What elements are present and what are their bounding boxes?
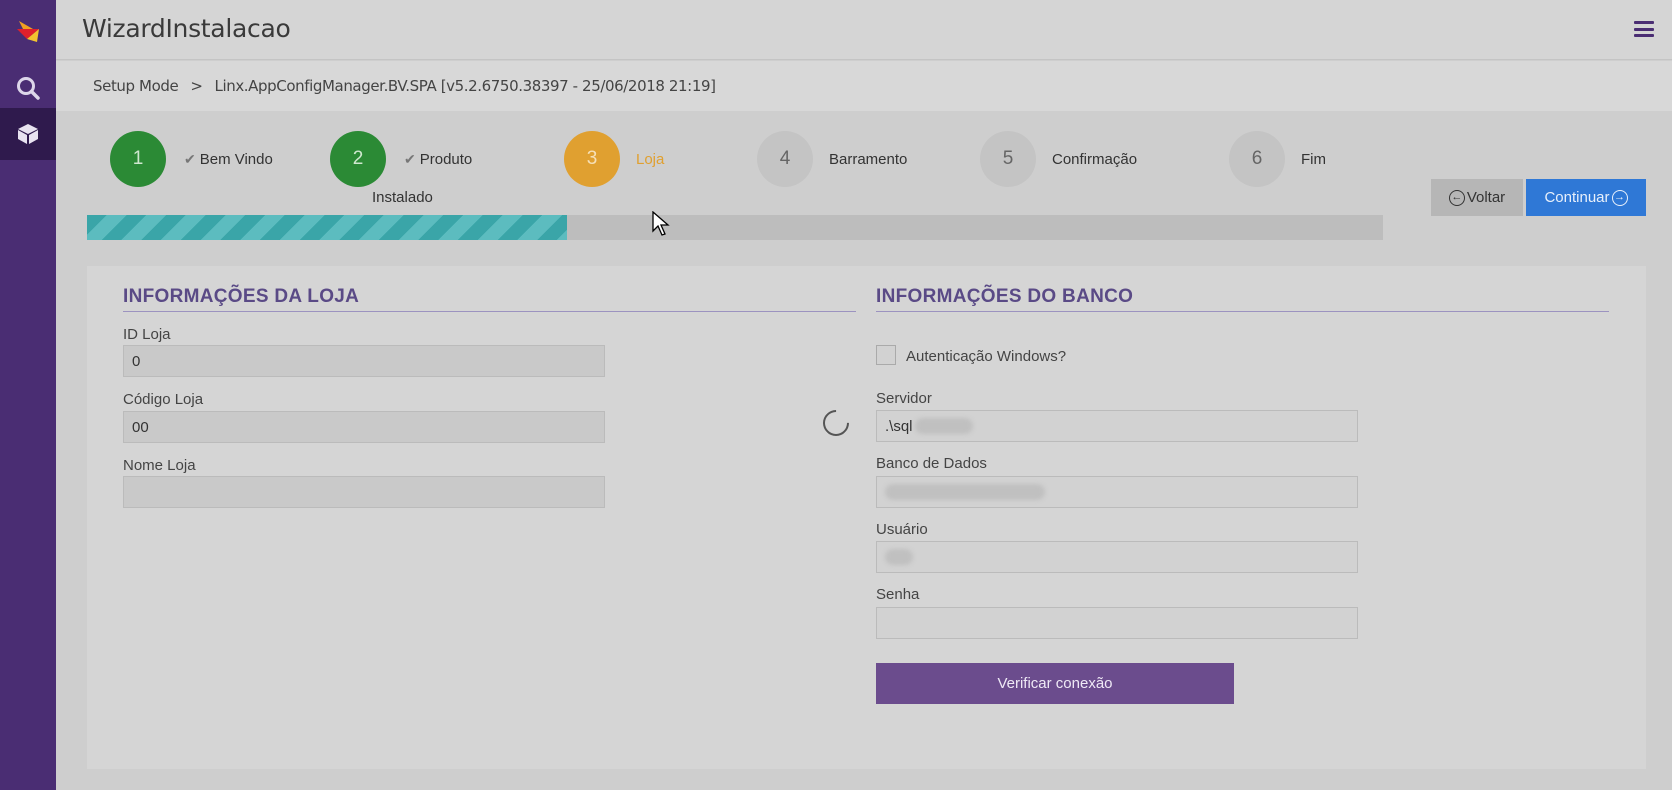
- verify-connection-button[interactable]: Verificar conexão: [876, 663, 1234, 704]
- step-2-label: ✔ Produto: [404, 151, 473, 168]
- servidor-label: Servidor: [876, 390, 932, 407]
- content-card: [87, 266, 1646, 769]
- search-icon[interactable]: [0, 62, 56, 114]
- servidor-field[interactable]: .\sql: [876, 410, 1358, 442]
- senha-field[interactable]: [876, 607, 1358, 639]
- continue-button-label: Continuar: [1544, 189, 1610, 206]
- codigo-loja-field[interactable]: 00: [123, 411, 605, 443]
- usuario-field[interactable]: [876, 541, 1358, 573]
- nome-loja-field[interactable]: [123, 476, 605, 508]
- arrow-right-icon: →: [1611, 189, 1628, 206]
- step-4-circle[interactable]: 4: [757, 131, 813, 187]
- mouse-cursor-icon: [652, 211, 670, 236]
- app-title: WizardInstalacao: [82, 14, 291, 43]
- step-1-label: ✔ Bem Vindo: [184, 151, 273, 168]
- breadcrumb-root[interactable]: Setup Mode: [93, 77, 179, 95]
- loja-section-divider: [123, 311, 856, 312]
- check-icon: ✔: [184, 151, 196, 167]
- servidor-value: .\sql: [885, 417, 913, 435]
- id-loja-field[interactable]: 0: [123, 345, 605, 377]
- step-1-circle[interactable]: 1: [110, 131, 166, 187]
- redacted-value: [885, 549, 913, 565]
- check-icon: ✔: [404, 151, 416, 167]
- step-4-label: Barramento: [829, 151, 908, 168]
- redacted-value: [914, 418, 973, 434]
- hamburger-menu-icon[interactable]: [1634, 21, 1654, 37]
- banco-dados-field[interactable]: [876, 476, 1358, 508]
- step-5-circle[interactable]: 5: [980, 131, 1036, 187]
- sidebar: [0, 0, 56, 790]
- continue-button[interactable]: Continuar →: [1526, 179, 1646, 216]
- arrow-left-icon: ←: [1448, 189, 1465, 206]
- banco-dados-label: Banco de Dados: [876, 455, 987, 472]
- progress-fill: [87, 215, 567, 240]
- redacted-value: [885, 484, 1045, 500]
- step-3-circle[interactable]: 3: [564, 131, 620, 187]
- nome-loja-label: Nome Loja: [123, 457, 196, 474]
- loja-section-title: INFORMAÇÕES DA LOJA: [123, 286, 360, 307]
- windows-auth-checkbox[interactable]: [876, 345, 896, 365]
- package-icon[interactable]: [0, 108, 56, 160]
- step-6-circle[interactable]: 6: [1229, 131, 1285, 187]
- app-header: WizardInstalacao: [56, 0, 1672, 60]
- banco-section-title: INFORMAÇÕES DO BANCO: [876, 286, 1134, 307]
- step-3-label: Loja: [636, 151, 665, 168]
- step-5-label: Confirmação: [1052, 151, 1138, 168]
- logo-icon[interactable]: [0, 4, 56, 56]
- breadcrumb-separator: >: [190, 77, 203, 95]
- step-2-circle[interactable]: 2: [330, 131, 386, 187]
- back-button-label: Voltar: [1466, 189, 1506, 206]
- step-6-label: Fim: [1301, 151, 1326, 168]
- breadcrumb: Setup Mode > Linx.AppConfigManager.BV.SP…: [56, 61, 1672, 111]
- usuario-label: Usuário: [876, 521, 928, 538]
- banco-section-divider: [876, 311, 1609, 312]
- breadcrumb-current: Linx.AppConfigManager.BV.SPA [v5.2.6750.…: [214, 77, 716, 95]
- wizard-progress-bar: [87, 215, 1383, 240]
- step-2-sublabel: Instalado: [372, 189, 433, 206]
- windows-auth-label: Autenticação Windows?: [906, 348, 1067, 365]
- senha-label: Senha: [876, 586, 920, 603]
- back-button[interactable]: ← Voltar: [1431, 179, 1523, 216]
- id-loja-label: ID Loja: [123, 326, 171, 343]
- codigo-loja-label: Código Loja: [123, 391, 204, 408]
